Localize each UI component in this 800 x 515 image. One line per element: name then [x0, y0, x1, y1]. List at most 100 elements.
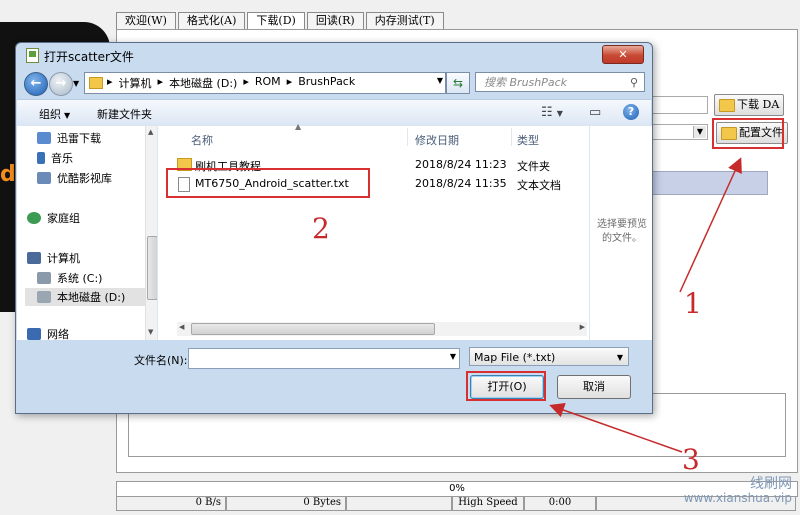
nav-item-label: 网络 — [47, 328, 69, 340]
nav-item-drive-d[interactable]: 本地磁盘 (D:) — [25, 288, 153, 306]
annotation-number-1: 1 — [684, 287, 702, 320]
file-type: 文件夹 — [517, 160, 550, 173]
cancel-button[interactable]: 取消 — [557, 375, 631, 399]
watermark-url: www.xianshua.vip — [683, 491, 792, 505]
command-bar: 组织 ▼ 新建文件夹 ☷ ▼ ▭ ? — [17, 99, 651, 127]
navigation-bar: ← → ▼ ▸ 计算机 ▸ 本地磁盘 (D:) ▸ ROM ▸ BrushPac… — [20, 71, 648, 96]
status-bytes: 0 Bytes — [226, 496, 346, 511]
new-folder-button[interactable]: 新建文件夹 — [97, 106, 152, 122]
breadcrumb-computer[interactable]: 计算机 — [119, 75, 152, 91]
filename-label: 文件名(N): — [134, 354, 188, 367]
scroll-up-icon[interactable]: ▲ — [148, 128, 153, 136]
download-da-button[interactable]: 下载 DA — [714, 94, 785, 116]
dialog-titlebar[interactable]: 打开scatter文件 ✕ — [16, 43, 652, 67]
app-icon — [26, 48, 39, 63]
file-type-select[interactable]: Map File (*.txt) ▼ — [469, 347, 629, 366]
download-folder-icon — [37, 132, 51, 144]
drive-c-icon — [37, 272, 51, 284]
breadcrumb-brushpack[interactable]: BrushPack — [298, 75, 355, 91]
view-options-icon[interactable]: ☷ ▼ — [541, 105, 563, 120]
search-input[interactable]: 搜索 BrushPack ⚲ — [475, 72, 645, 92]
file-date: 2018/8/24 11:23 — [415, 158, 507, 171]
scroll-left-icon[interactable]: ◀ — [179, 323, 184, 331]
breadcrumb-separator-icon[interactable]: ▸ — [158, 75, 164, 91]
nav-item-computer[interactable]: 计算机 — [27, 250, 80, 266]
refresh-icon: ⇆ — [452, 76, 464, 90]
arrow-left-icon: ← — [30, 76, 42, 91]
back-button[interactable]: ← — [24, 72, 48, 96]
chevron-down-icon[interactable]: ▼ — [450, 352, 456, 361]
breadcrumb-separator-icon[interactable]: ▸ — [287, 75, 293, 91]
nav-item-homegroup[interactable]: 家庭组 — [27, 210, 80, 226]
column-header-type[interactable]: 类型 — [517, 132, 539, 148]
music-icon — [37, 152, 45, 164]
organize-label: 组织 — [39, 108, 61, 121]
nav-item-youku[interactable]: 优酷影视库 — [37, 170, 112, 186]
nav-item-network[interactable]: 网络 — [27, 326, 69, 340]
file-list-scrollbar[interactable]: ◀ ▶ — [177, 322, 587, 336]
close-icon: ✕ — [618, 48, 628, 61]
tab-bar: 欢迎(W) 格式化(A) 下载(D) 回读(R) 内存测试(T) — [116, 12, 446, 31]
navigation-pane: 迅雷下载 音乐 优酷影视库 家庭组 计算机 系统 (C:) 本地磁盘 (D:) … — [17, 126, 158, 340]
breadcrumb-separator-icon[interactable]: ▸ — [243, 75, 249, 91]
history-dropdown-icon[interactable]: ▼ — [73, 79, 79, 88]
column-separator — [407, 128, 408, 146]
highlight-scatter-file — [166, 168, 370, 198]
organize-menu[interactable]: 组织 ▼ — [39, 106, 70, 122]
preview-pane-icon[interactable]: ▭ — [589, 105, 601, 120]
nav-item-label: 迅雷下载 — [57, 132, 101, 145]
computer-icon — [27, 252, 41, 264]
column-header-date[interactable]: 修改日期 — [415, 132, 459, 148]
scatter-path-select[interactable]: ▼ — [648, 124, 708, 140]
nav-item-label: 优酷影视库 — [57, 172, 112, 185]
column-separator — [511, 128, 512, 146]
scroll-right-icon[interactable]: ▶ — [580, 323, 585, 331]
nav-item-drive-c[interactable]: 系统 (C:) — [37, 270, 102, 286]
dialog-content: 迅雷下载 音乐 优酷影视库 家庭组 计算机 系统 (C:) 本地磁盘 (D:) … — [17, 122, 652, 340]
video-library-icon — [37, 172, 51, 184]
folder-icon — [719, 99, 735, 112]
dialog-title: 打开scatter文件 — [44, 50, 134, 64]
da-path-field[interactable] — [648, 96, 708, 114]
close-button[interactable]: ✕ — [602, 45, 644, 64]
address-bar[interactable]: ▸ 计算机 ▸ 本地磁盘 (D:) ▸ ROM ▸ BrushPack ▼ — [84, 72, 446, 94]
column-header-name[interactable]: 名称 — [191, 132, 213, 148]
help-icon[interactable]: ? — [623, 104, 639, 120]
tab-format[interactable]: 格式化(A) — [177, 12, 246, 29]
chevron-down-icon: ▼ — [616, 353, 623, 362]
breadcrumb-separator-icon[interactable]: ▸ — [107, 75, 113, 91]
scroll-thumb[interactable] — [147, 236, 157, 300]
tab-readback[interactable]: 回读(R) — [306, 12, 364, 29]
open-scatter-dialog: 打开scatter文件 ✕ ← → ▼ ▸ 计算机 ▸ 本地磁盘 (D:) ▸ … — [15, 42, 653, 414]
highlight-open-button — [466, 371, 546, 401]
nav-item-label: 本地磁盘 (D:) — [57, 291, 126, 304]
breadcrumb: ▸ 计算机 ▸ 本地磁盘 (D:) ▸ ROM ▸ BrushPack — [107, 75, 361, 91]
scroll-thumb[interactable] — [191, 323, 435, 335]
file-type-value: Map File (*.txt) — [474, 351, 556, 364]
highlight-config-button — [712, 118, 784, 149]
nav-item-label: 音乐 — [51, 152, 73, 165]
preview-text: 选择要预览的文件。 — [597, 219, 647, 244]
scroll-down-icon[interactable]: ▼ — [148, 328, 153, 336]
nav-item-music[interactable]: 音乐 — [37, 150, 73, 166]
sort-ascending-icon: ▲ — [295, 122, 302, 131]
chevron-down-icon[interactable]: ▼ — [437, 76, 443, 85]
nav-item-xunlei[interactable]: 迅雷下载 — [37, 130, 101, 146]
progress-text: 0% — [449, 483, 465, 494]
forward-button[interactable]: → — [49, 72, 73, 96]
nav-item-label: 系统 (C:) — [57, 272, 103, 285]
breadcrumb-drive-d[interactable]: 本地磁盘 (D:) — [169, 75, 237, 91]
tab-welcome[interactable]: 欢迎(W) — [116, 12, 176, 29]
drive-d-icon — [37, 291, 51, 303]
filename-input[interactable]: ▼ — [188, 348, 460, 369]
breadcrumb-rom[interactable]: ROM — [255, 75, 281, 91]
file-type: 文本文档 — [517, 179, 561, 192]
folder-icon — [89, 77, 103, 89]
status-blank — [346, 496, 452, 511]
network-icon — [27, 328, 41, 340]
refresh-button[interactable]: ⇆ — [446, 72, 470, 94]
nav-scrollbar[interactable]: ▲ ▼ — [145, 126, 157, 340]
tab-memory-test[interactable]: 内存测试(T) — [365, 12, 444, 29]
preview-pane: 选择要预览的文件。 — [589, 126, 652, 340]
file-date: 2018/8/24 11:35 — [415, 177, 507, 190]
